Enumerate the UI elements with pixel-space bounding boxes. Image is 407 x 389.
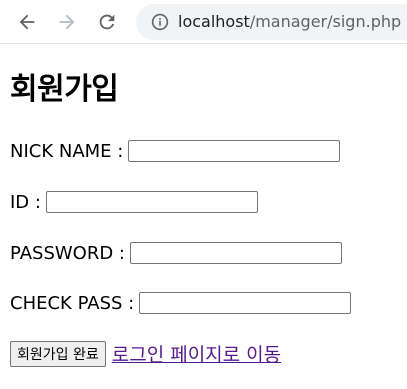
page-content: 회원가입 NICK NAME : ID : PASSWORD : CHECK P… [0, 43, 407, 389]
arrow-back-icon [19, 14, 35, 30]
password-label: PASSWORD : [10, 242, 125, 264]
id-label: ID : [10, 191, 41, 213]
page-title: 회원가입 [10, 72, 119, 107]
reload-icon [99, 14, 115, 30]
reload-button[interactable] [92, 7, 122, 37]
nick-name-label: NICK NAME : [10, 140, 124, 162]
info-icon[interactable] [150, 12, 170, 32]
check-pass-row: CHECK PASS : [10, 289, 352, 317]
form-actions: 회원가입 완료 로그인 페이지로 이동 [10, 340, 281, 367]
password-row: PASSWORD : [10, 239, 342, 267]
url-path: /manager/sign.php [249, 12, 402, 31]
signup-submit-button[interactable]: 회원가입 완료 [10, 340, 106, 367]
back-button[interactable] [12, 7, 42, 37]
check-pass-label: CHECK PASS : [10, 292, 135, 314]
address-bar[interactable]: localhost/manager/sign.php [136, 4, 407, 40]
forward-button[interactable] [52, 7, 82, 37]
login-page-link[interactable]: 로그인 페이지로 이동 [112, 340, 281, 367]
check-pass-input[interactable] [139, 292, 352, 314]
arrow-forward-icon [59, 14, 75, 30]
url-host: localhost [178, 12, 250, 31]
id-input[interactable] [45, 191, 258, 213]
password-input[interactable] [130, 242, 342, 264]
nick-name-row: NICK NAME : [10, 137, 341, 165]
nick-name-input[interactable] [128, 140, 341, 162]
url-text: localhost/manager/sign.php [178, 12, 401, 32]
browser-toolbar: localhost/manager/sign.php [0, 0, 407, 44]
id-row: ID : [10, 188, 258, 216]
